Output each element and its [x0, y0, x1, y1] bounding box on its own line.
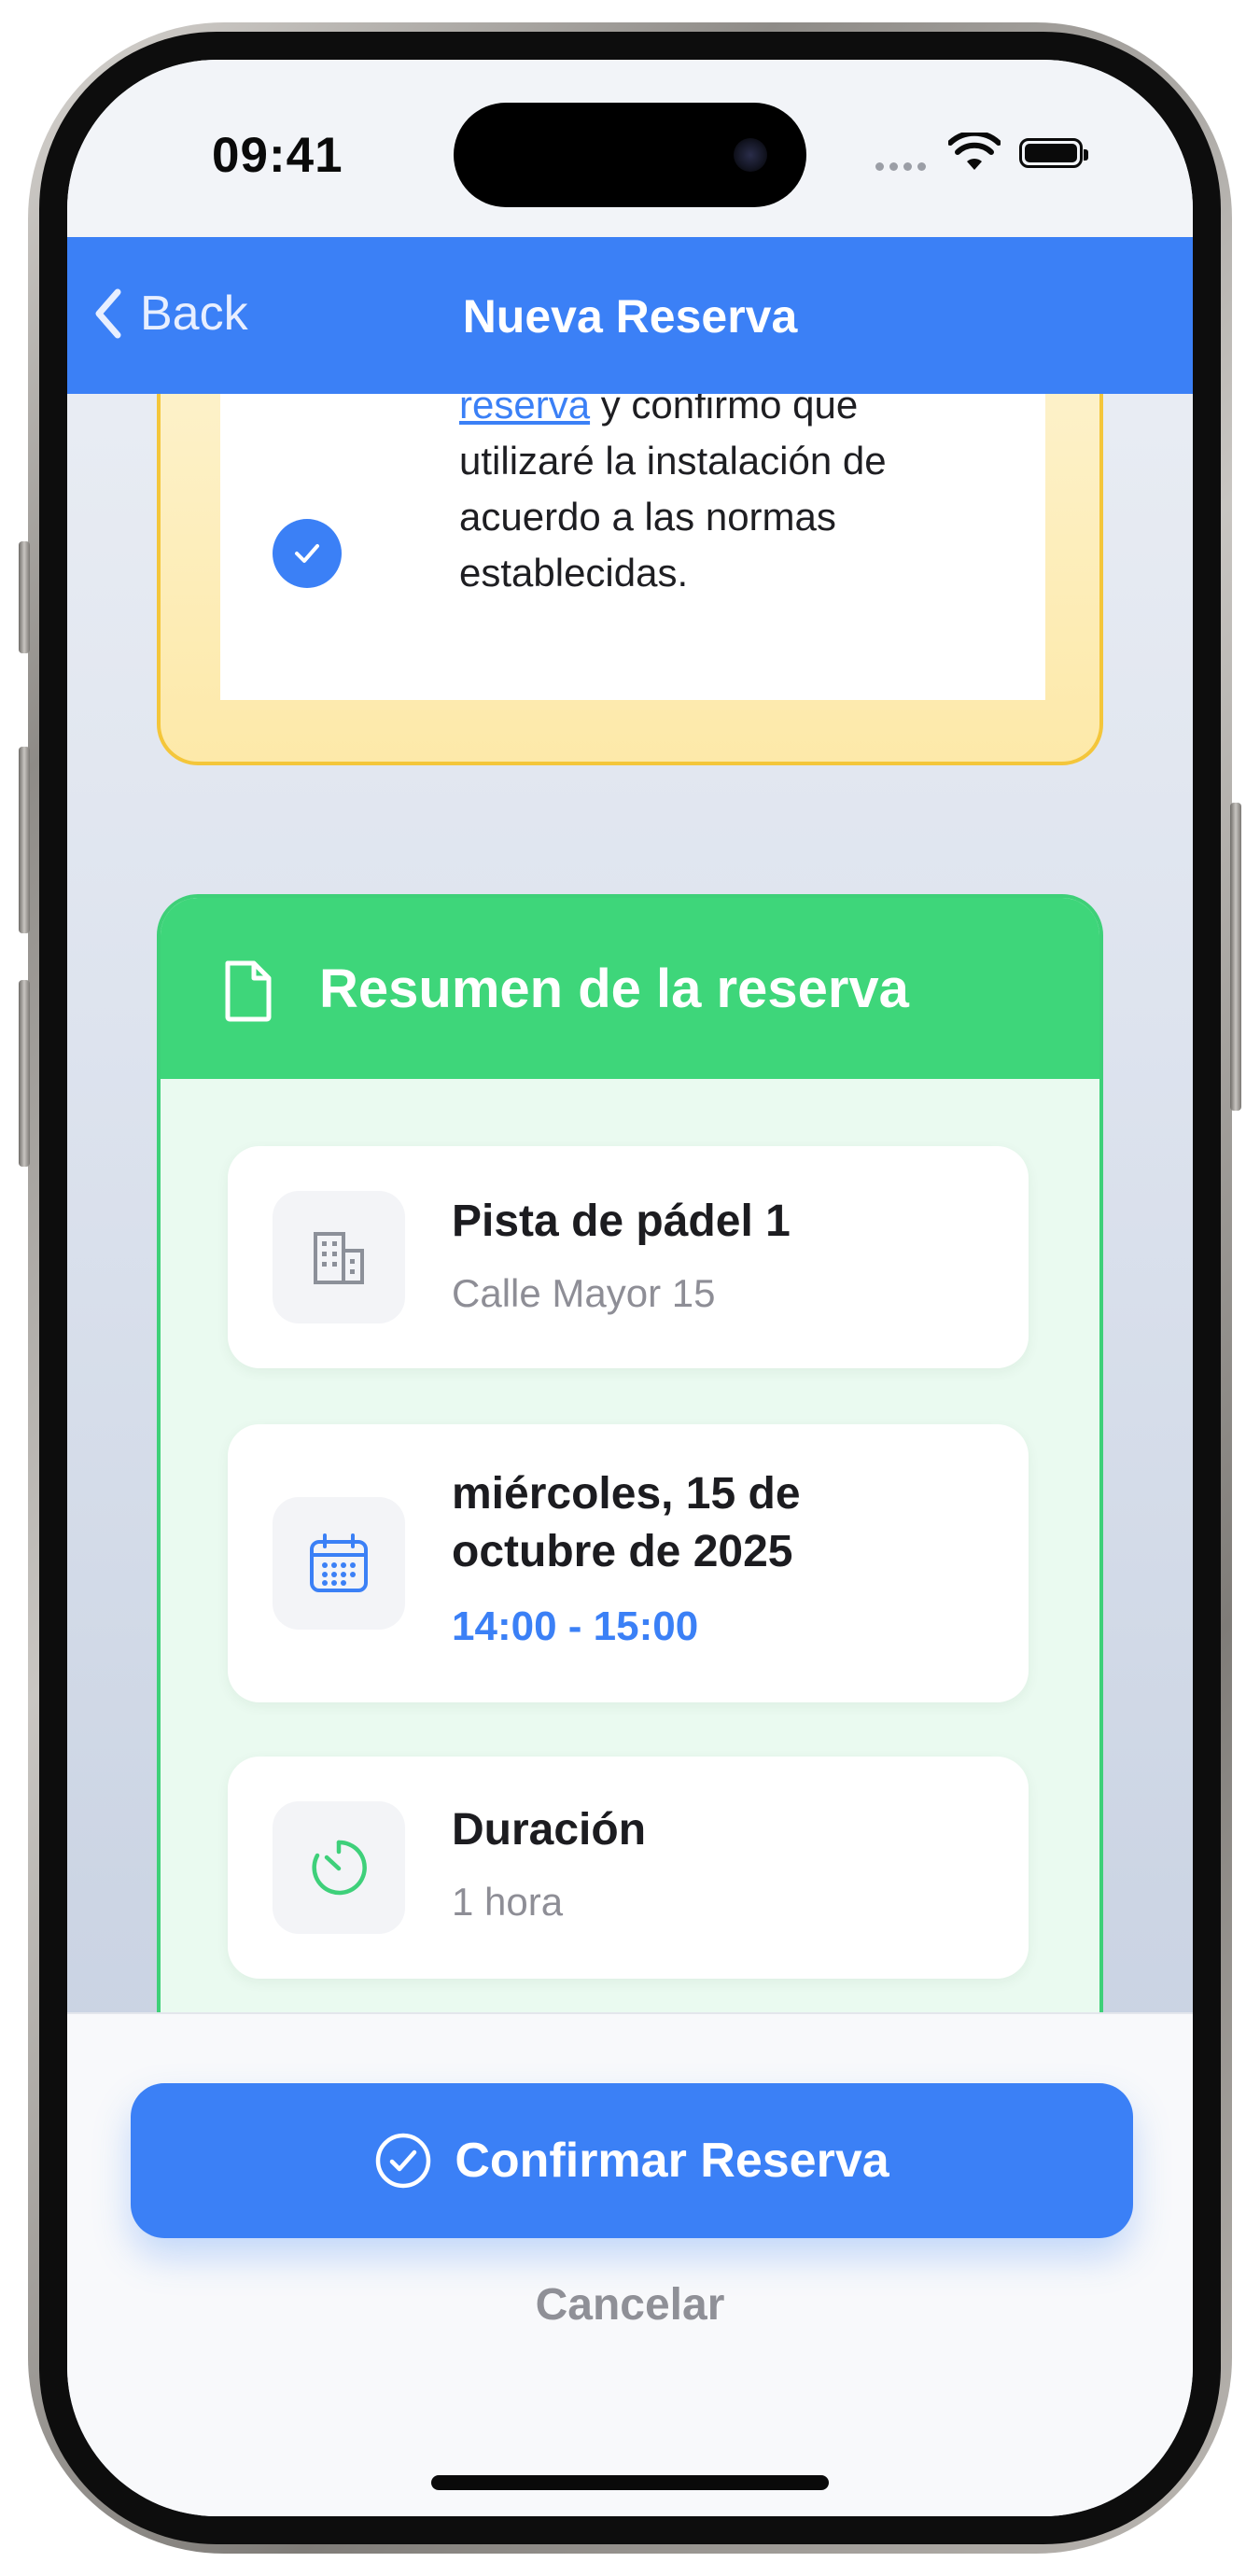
summary-title: Resumen de la reserva	[319, 959, 909, 1019]
cellular-signal-icon	[875, 162, 926, 171]
terms-text: reserva y confirmo que utilizaré la inst…	[459, 394, 982, 601]
terms-checkbox[interactable]	[273, 519, 342, 588]
cancel-button[interactable]: Cancelar	[67, 2279, 1193, 2331]
booking-date: miércoles, 15 de octubre de 2025	[452, 1469, 801, 1576]
check-circle-icon	[376, 2133, 431, 2189]
duration-item: Duración 1 hora	[228, 1757, 1029, 1979]
duration-value: 1 hora	[452, 1880, 564, 1924]
status-bar: 09:41	[67, 60, 1193, 237]
document-icon	[225, 960, 272, 1022]
volume-down-button	[19, 980, 30, 1167]
scroll-content[interactable]: reserva y confirmo que utilizaré la inst…	[67, 394, 1193, 2012]
facility-item: Pista de pádel 1 Calle Mayor 15	[228, 1146, 1029, 1368]
camera-icon	[734, 138, 767, 172]
volume-up-button	[19, 747, 30, 933]
dynamic-island	[454, 103, 806, 207]
battery-icon	[1019, 138, 1088, 168]
power-button	[1230, 803, 1241, 1111]
date-icon-box	[273, 1497, 405, 1630]
navigation-bar: Back Nueva Reserva	[67, 237, 1193, 394]
facility-address: Calle Mayor 15	[452, 1271, 716, 1315]
terms-link[interactable]: reserva	[459, 394, 590, 427]
duration-label: Duración	[452, 1805, 647, 1855]
terms-card: reserva y confirmo que utilizaré la inst…	[157, 394, 1103, 765]
building-icon	[314, 1232, 364, 1284]
booking-summary-card: Resumen de la reserva Pista de pádel 1 C…	[157, 894, 1103, 2012]
date-item: miércoles, 15 de octubre de 2025 14:00 -…	[228, 1424, 1029, 1702]
calendar-icon	[310, 1533, 368, 1592]
facility-name: Pista de pádel 1	[452, 1197, 791, 1246]
status-time: 09:41	[212, 128, 343, 183]
booking-time-range: 14:00 - 15:00	[452, 1603, 699, 1649]
checkmark-icon	[295, 544, 319, 563]
facility-icon-box	[273, 1191, 405, 1323]
action-button	[19, 541, 30, 653]
terms-checkbox-row[interactable]: reserva y confirmo que utilizaré la inst…	[220, 394, 1045, 700]
confirm-button-label: Confirmar Reserva	[455, 2134, 889, 2188]
home-indicator[interactable]	[431, 2475, 829, 2490]
confirm-booking-button[interactable]: Confirmar Reserva	[131, 2083, 1133, 2238]
summary-header: Resumen de la reserva	[161, 898, 1099, 1079]
page-title: Nueva Reserva	[462, 290, 798, 343]
screen: 09:41 Back Nueva Reserva reserva y confi…	[67, 60, 1193, 2516]
duration-icon-box	[273, 1801, 405, 1934]
wifi-icon	[948, 133, 1001, 170]
timer-icon	[312, 1840, 367, 1896]
bottom-action-bar: Confirmar Reserva Cancelar	[67, 2012, 1193, 2516]
